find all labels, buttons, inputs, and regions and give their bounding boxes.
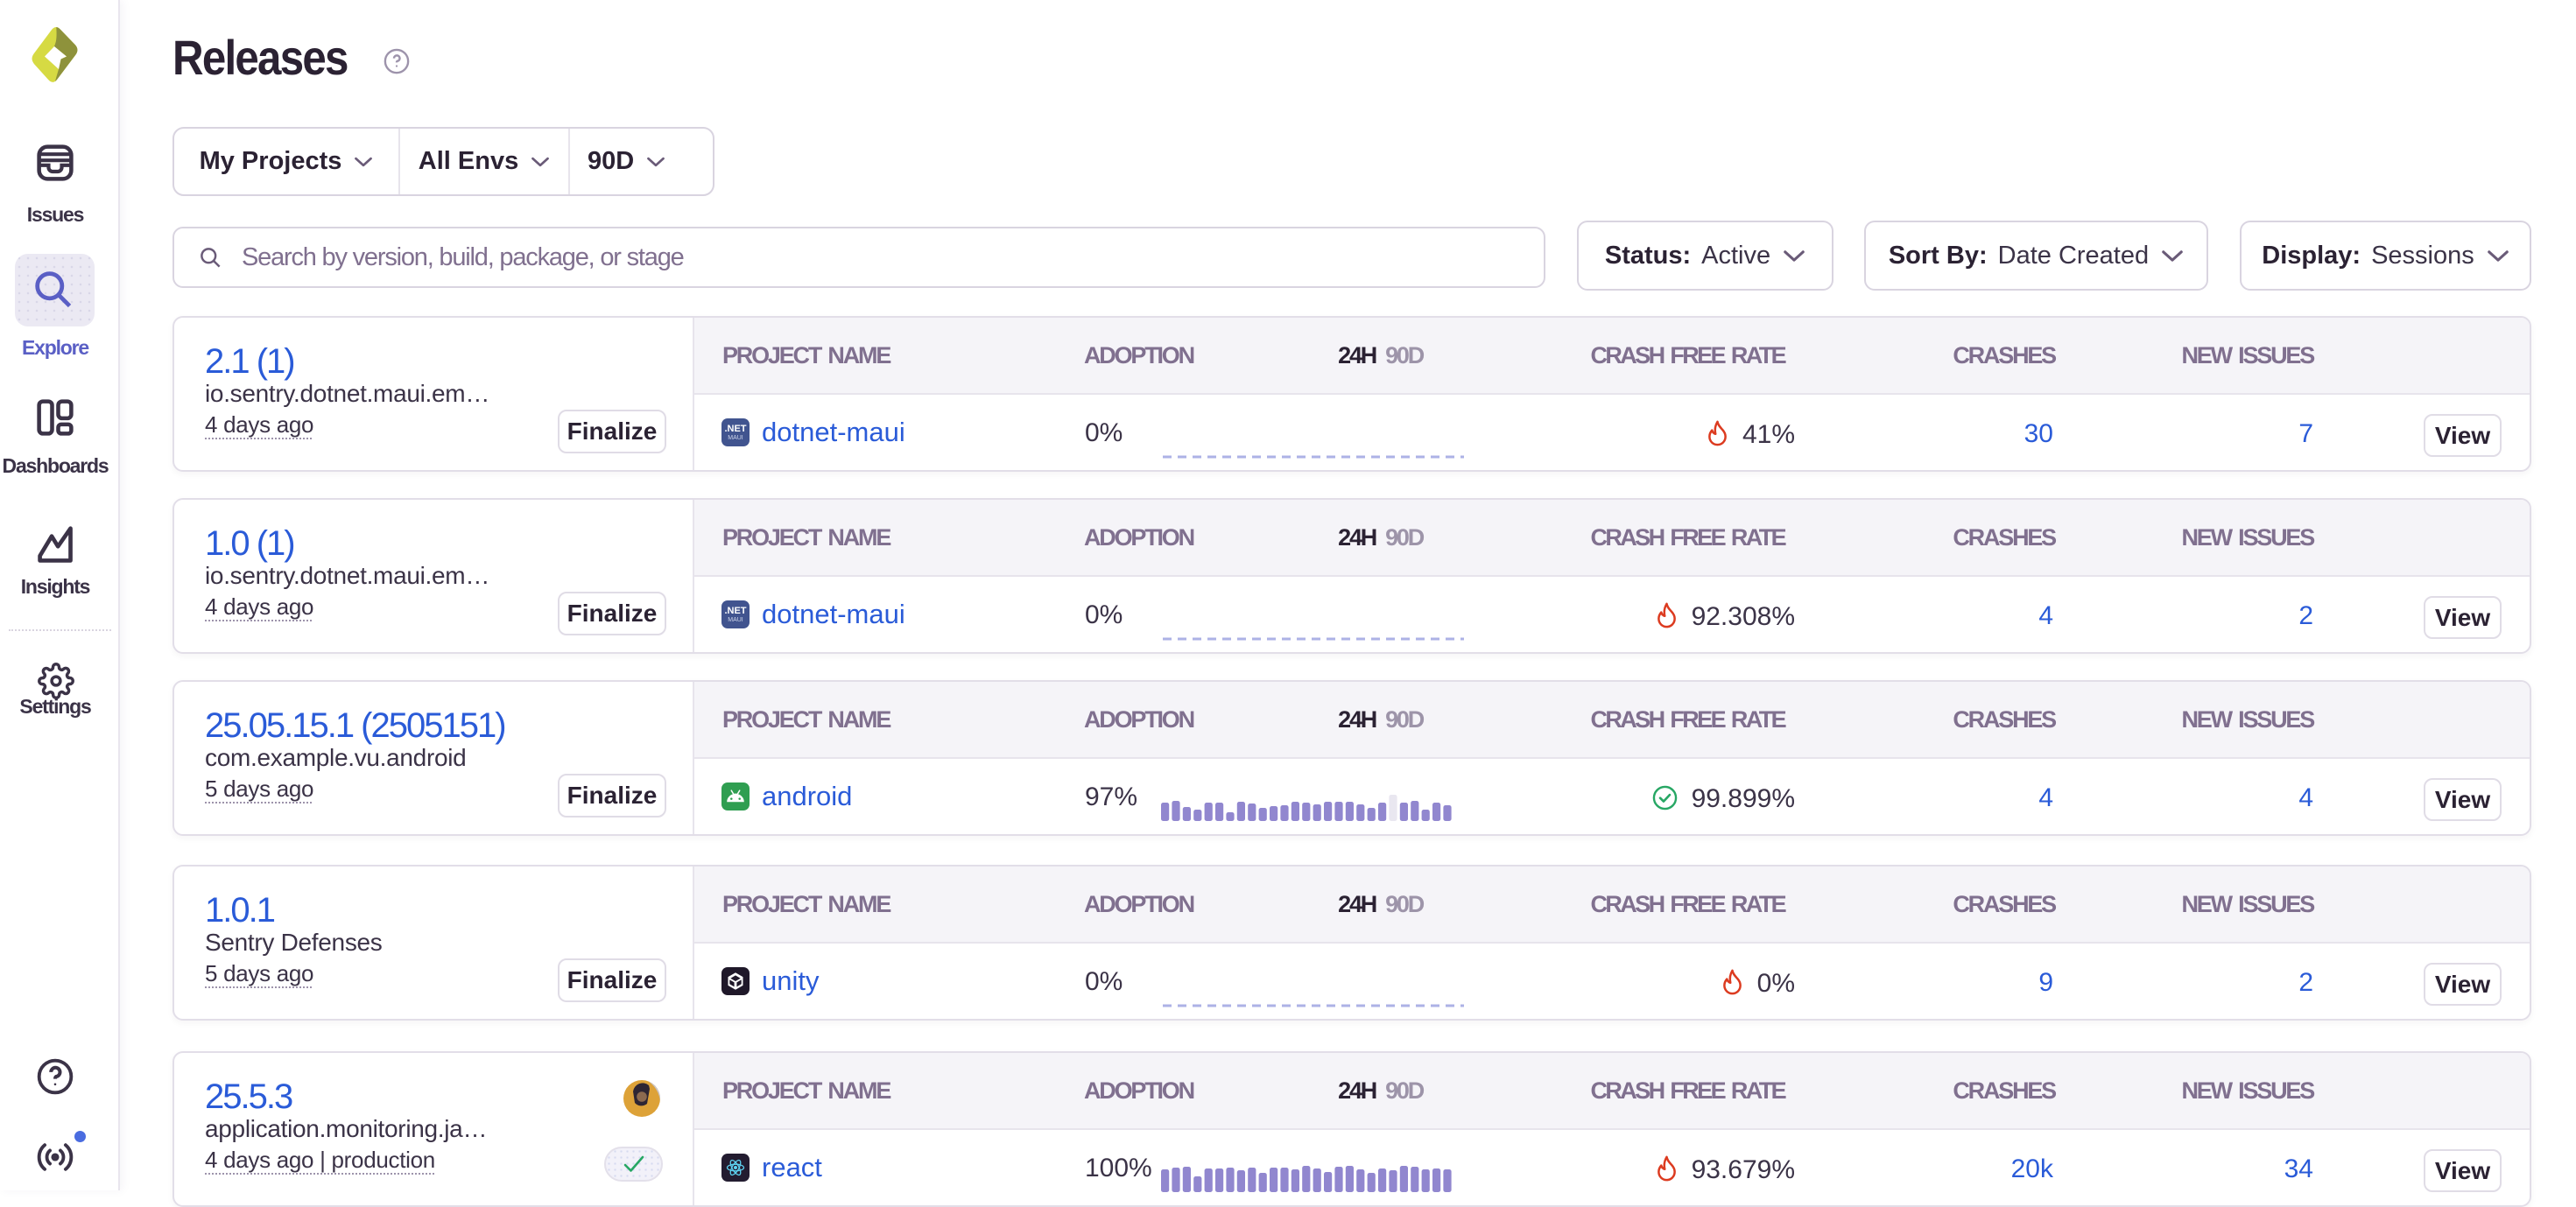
svg-text:.NET: .NET [724,424,746,434]
svg-text:MAUI: MAUI [728,435,743,441]
svg-text:.NET: .NET [724,606,746,616]
svg-text:MAUI: MAUI [728,617,743,623]
